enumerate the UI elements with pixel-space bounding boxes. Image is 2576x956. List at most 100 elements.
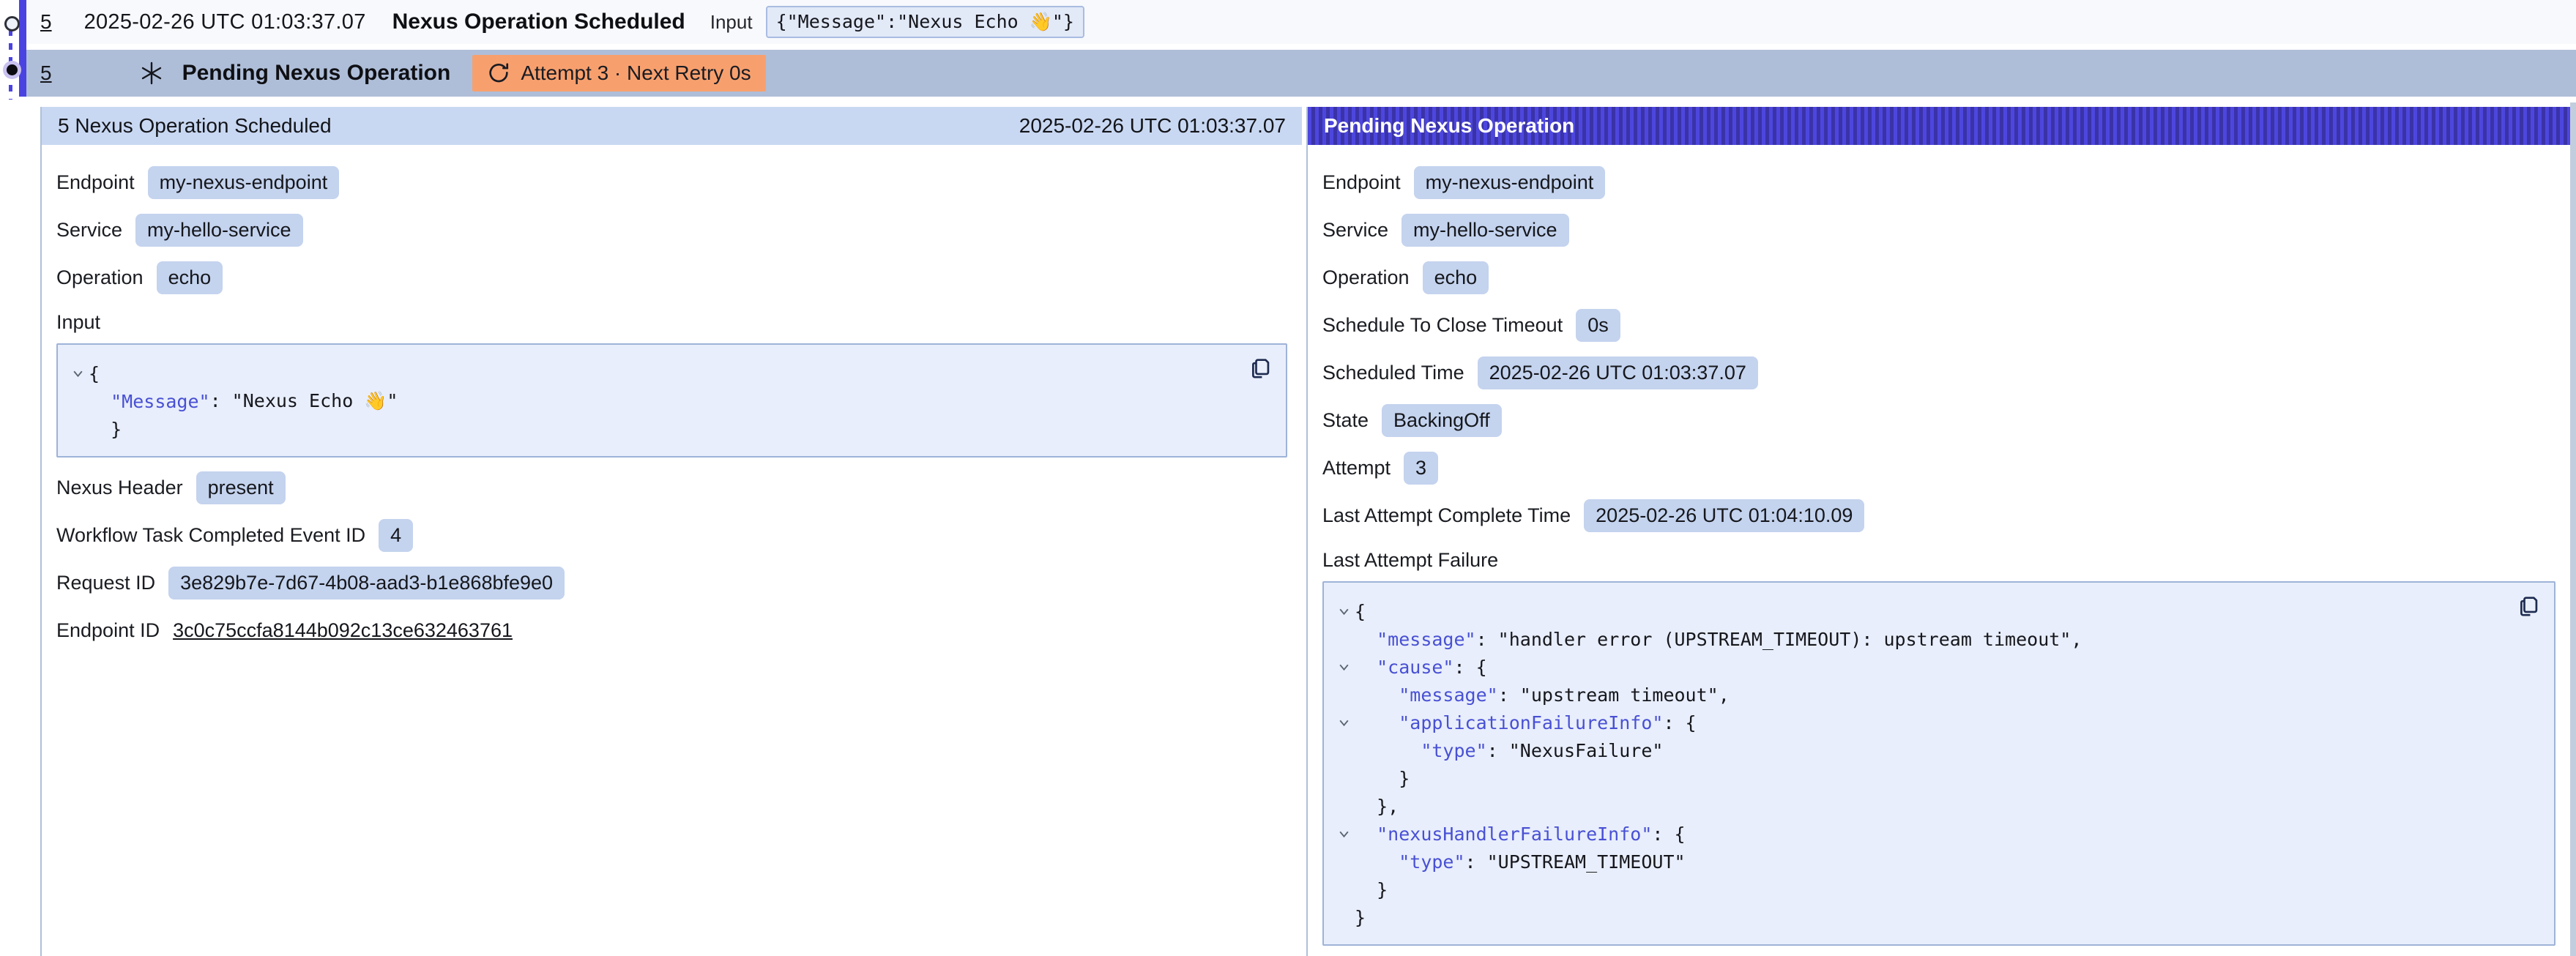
active-event-indicator-bar [19, 0, 26, 97]
field-value-link[interactable]: 3c0c75ccfa8144b092c13ce632463761 [173, 619, 513, 642]
field-value-badge: echo [1423, 261, 1489, 294]
json-code-line: "message": "upstream timeout", [1333, 681, 2510, 709]
field-label: Schedule To Close Timeout [1322, 314, 1563, 337]
field-operation: Operation echo [56, 260, 1287, 295]
field-value-badge: my-nexus-endpoint [1414, 166, 1606, 199]
event-timestamp: 2025-02-26 UTC 01:03:37.07 [84, 10, 366, 34]
field-workflow-task-completed-event-id: Workflow Task Completed Event ID 4 [56, 518, 1287, 553]
collapse-chevron-icon[interactable] [1333, 828, 1355, 840]
panel-pending-nexus-operation: Pending Nexus Operation Endpoint my-nexus… [1306, 107, 2570, 956]
json-code-line: { [1333, 597, 2510, 625]
field-label: Last Attempt Complete Time [1322, 504, 1571, 527]
json-code-line: "cause": { [1333, 653, 2510, 681]
left-panel-fields: Endpoint my-nexus-endpoint Service my-hello… [42, 145, 1302, 648]
field-input: Input [56, 310, 1287, 335]
json-code-block-input-json: { "Message": "Nexus Echo 👋" } [56, 343, 1287, 458]
retry-attempt-badge: Attempt 3 · Next Retry 0s [472, 55, 765, 92]
json-code-line: "type": "UPSTREAM_TIMEOUT" [1333, 848, 2510, 875]
retry-icon [487, 61, 510, 85]
pending-event-id-link[interactable]: 5 [40, 61, 52, 85]
collapse-chevron-icon[interactable] [1333, 661, 1355, 673]
event-history-detail-view: 5 2025-02-26 UTC 01:03:37.07 Nexus Opera… [0, 0, 2576, 956]
retry-badge-text: Attempt 3 · Next Retry 0s [521, 61, 751, 85]
field-label: Operation [1322, 266, 1410, 289]
field-label: Nexus Header [56, 477, 183, 499]
vertical-scrollbar[interactable] [2570, 102, 2576, 956]
json-code-line: "type": "NexusFailure" [1333, 736, 2510, 764]
field-label: Last Attempt Failure [1322, 549, 1498, 572]
field-schedule-to-close-timeout: Schedule To Close Timeout 0s [1322, 307, 2555, 343]
pending-nexus-operation-row[interactable]: 5 Pending Nexus Operation Attempt 3 · Ne… [26, 50, 2576, 97]
field-value-badge: 3e829b7e-7d67-4b08-aad3-b1e868bfe9e0 [168, 567, 565, 600]
json-code-line: "Message": "Nexus Echo 👋" [67, 387, 1242, 415]
event-row-nexus-operation-scheduled[interactable]: 5 2025-02-26 UTC 01:03:37.07 Nexus Opera… [26, 0, 2576, 44]
left-panel-header: 5 Nexus Operation Scheduled 2025-02-26 U… [42, 107, 1302, 145]
field-value-badge: my-hello-service [135, 214, 303, 247]
json-code-line: } [1333, 875, 2510, 903]
event-input-label: Input [710, 11, 753, 34]
field-value-badge: 0s [1576, 309, 1620, 342]
right-panel-header: Pending Nexus Operation [1308, 107, 2570, 145]
field-label: Input [56, 311, 100, 334]
field-operation: Operation echo [1322, 260, 2555, 295]
field-label: Attempt [1322, 457, 1391, 479]
field-label: Endpoint [1322, 171, 1401, 194]
event-title: Nexus Operation Scheduled [392, 10, 685, 34]
field-label: Operation [56, 266, 144, 289]
field-value-badge: BackingOff [1382, 404, 1502, 437]
json-code-line: } [1333, 903, 2510, 931]
field-label: Request ID [56, 572, 155, 594]
field-attempt: Attempt 3 [1322, 450, 2555, 485]
field-request-id: Request ID 3e829b7e-7d67-4b08-aad3-b1e868… [56, 565, 1287, 600]
collapse-chevron-icon[interactable] [1333, 605, 1355, 618]
json-code-line: { [67, 359, 1242, 387]
field-last-attempt-failure: Last Attempt Failure [1322, 548, 2555, 572]
field-value-badge: echo [157, 261, 223, 294]
json-code-line: } [1333, 764, 2510, 792]
field-value-badge: 2025-02-26 UTC 01:04:10.09 [1584, 499, 1864, 532]
json-code-line: "message": "handler error (UPSTREAM_TIME… [1333, 625, 2510, 653]
field-label: State [1322, 409, 1369, 432]
collapse-chevron-icon[interactable] [67, 367, 89, 380]
field-label: Service [56, 219, 122, 242]
pending-asterisk-icon [138, 60, 165, 86]
field-value-badge: 2025-02-26 UTC 01:03:37.07 [1478, 356, 1758, 389]
field-value-badge: present [196, 471, 286, 504]
event-input-preview-badge: {"Message":"Nexus Echo 👋"} [766, 6, 1084, 38]
field-service: Service my-hello-service [1322, 212, 2555, 247]
field-value-badge: my-hello-service [1401, 214, 1569, 247]
json-code-line: "applicationFailureInfo": { [1333, 709, 2510, 736]
field-label: Scheduled Time [1322, 362, 1464, 384]
right-panel-title: Pending Nexus Operation [1324, 114, 1574, 138]
event-id-link[interactable]: 5 [40, 10, 52, 34]
field-service: Service my-hello-service [56, 212, 1287, 247]
json-code-block-failure-json: { "message": "handler error (UPSTREAM_TI… [1322, 581, 2555, 946]
json-code-line: }, [1333, 792, 2510, 820]
field-value-badge: 4 [379, 519, 413, 552]
field-scheduled-time: Scheduled Time 2025-02-26 UTC 01:03:37.07 [1322, 355, 2555, 390]
left-panel-timestamp: 2025-02-26 UTC 01:03:37.07 [1019, 114, 1286, 138]
field-value-badge: my-nexus-endpoint [148, 166, 340, 199]
field-value-badge: 3 [1404, 452, 1438, 485]
json-code-line: } [67, 415, 1242, 443]
field-endpoint-id: Endpoint ID 3c0c75ccfa8144b092c13ce632463… [56, 613, 1287, 648]
panel-nexus-operation-scheduled: 5 Nexus Operation Scheduled 2025-02-26 U… [40, 107, 1302, 956]
field-endpoint: Endpoint my-nexus-endpoint [56, 165, 1287, 200]
field-label: Endpoint ID [56, 619, 160, 642]
json-code-line: "nexusHandlerFailureInfo": { [1333, 820, 2510, 848]
field-state: State BackingOff [1322, 403, 2555, 438]
copy-icon[interactable] [2516, 593, 2542, 619]
timeline-open-circle-marker [4, 16, 20, 31]
timeline-filled-circle-marker [7, 64, 18, 75]
left-panel-title: 5 Nexus Operation Scheduled [58, 114, 332, 138]
field-last-attempt-complete-time: Last Attempt Complete Time 2025-02-26 UTC… [1322, 498, 2555, 533]
right-panel-fields: Endpoint my-nexus-endpoint Service my-hello… [1308, 145, 2570, 956]
field-nexus-header: Nexus Header present [56, 470, 1287, 505]
pending-event-title: Pending Nexus Operation [182, 61, 451, 86]
field-endpoint: Endpoint my-nexus-endpoint [1322, 165, 2555, 200]
field-label: Workflow Task Completed Event ID [56, 524, 365, 547]
copy-icon[interactable] [1248, 355, 1274, 381]
collapse-chevron-icon[interactable] [1333, 717, 1355, 729]
field-label: Service [1322, 219, 1388, 242]
field-label: Endpoint [56, 171, 135, 194]
